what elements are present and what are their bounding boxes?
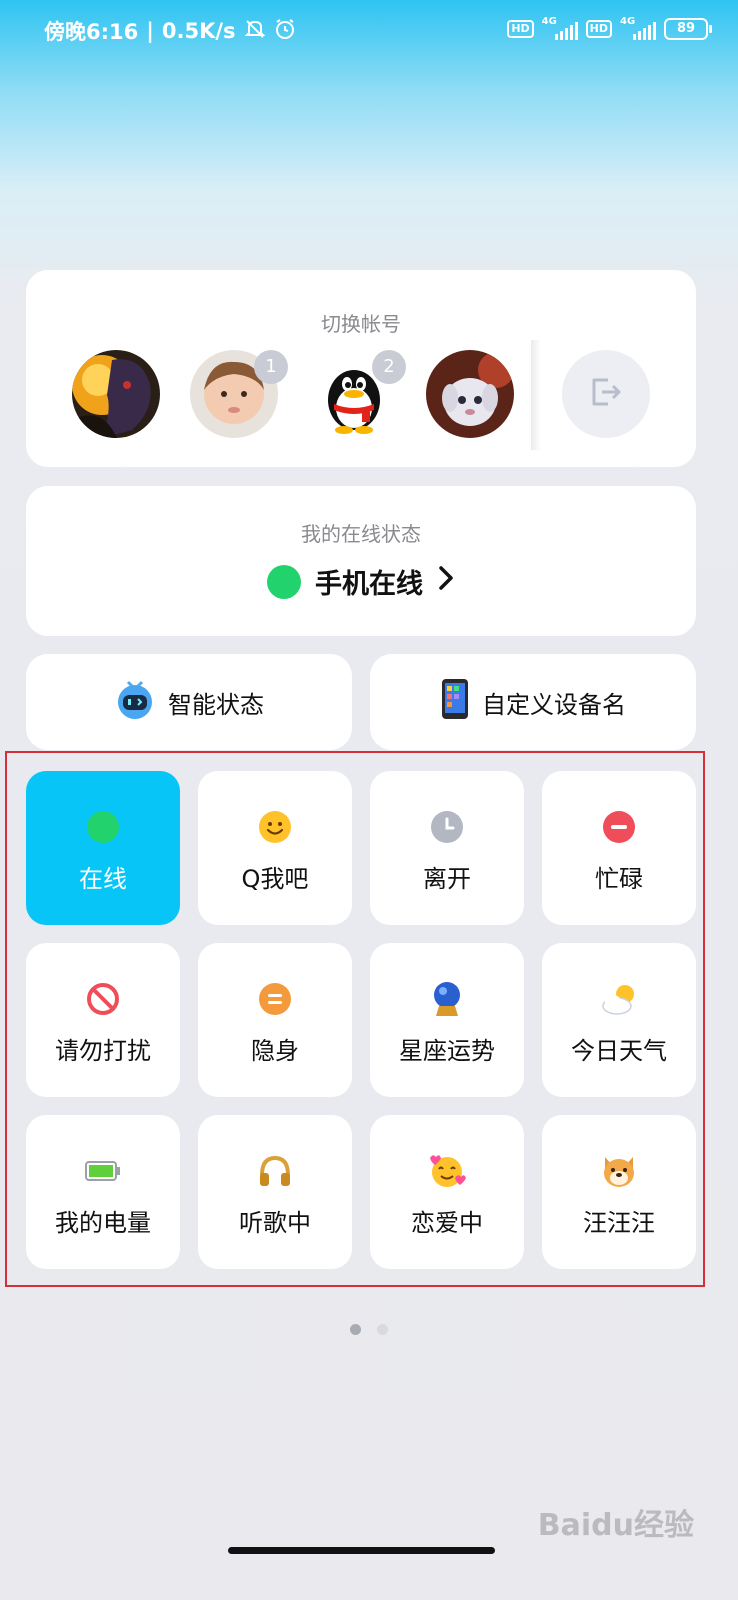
page-dot — [377, 1324, 388, 1335]
phone-icon — [440, 678, 470, 726]
status-tile-do-not-disturb[interactable]: 请勿打扰 — [26, 943, 180, 1097]
status-tile-in-love[interactable]: 恋爱中 — [370, 1115, 524, 1269]
logout-button[interactable] — [562, 350, 650, 438]
status-tile-online[interactable]: 在线 — [26, 771, 180, 925]
busy-minus-icon — [602, 810, 636, 848]
online-status-label: 手机在线 — [315, 569, 423, 600]
page-dot-active — [350, 1324, 361, 1335]
status-tile-woof[interactable]: 汪汪汪 — [542, 1115, 696, 1269]
page-indicator — [0, 1324, 738, 1335]
headphones-icon — [257, 1153, 293, 1193]
robot-icon — [114, 678, 156, 726]
custom-device-label: 自定义设备名 — [482, 690, 626, 719]
logout-icon — [588, 374, 624, 414]
custom-device-button[interactable]: 自定义设备名 — [370, 654, 696, 750]
status-tile-horoscope[interactable]: 星座运势 — [370, 943, 524, 1097]
network-speed: 0.5K/s — [161, 19, 236, 43]
chevron-right-icon — [437, 565, 455, 598]
crystal-ball-icon — [430, 980, 464, 1022]
status-tile-battery[interactable]: 我的电量 — [26, 1115, 180, 1269]
dog-icon — [600, 1153, 638, 1193]
signal-icon: 4G — [542, 16, 578, 40]
smart-status-label: 智能状态 — [168, 690, 264, 719]
battery-icon — [85, 1160, 121, 1186]
online-status-card[interactable]: 我的在线状态 手机在线 — [26, 486, 696, 636]
online-status-value[interactable]: 手机在线 — [26, 562, 696, 601]
battery-indicator: 89 — [664, 18, 712, 40]
signal-icon: 4G — [620, 16, 656, 40]
status-tile-busy[interactable]: 忙碌 — [542, 771, 696, 925]
no-entry-icon — [86, 982, 120, 1020]
invisible-icon — [258, 982, 292, 1020]
status-time: 傍晚6:16 — [44, 20, 139, 44]
online-status-title: 我的在线状态 — [301, 522, 421, 546]
home-indicator[interactable] — [228, 1547, 495, 1554]
love-face-icon — [427, 1152, 467, 1194]
weather-icon — [599, 982, 639, 1020]
status-tile-invisible[interactable]: 隐身 — [198, 943, 352, 1097]
watermark: Baidu经验 — [537, 1508, 694, 1543]
alarm-icon — [274, 18, 296, 45]
status-tile-q-me[interactable]: Q我吧 — [198, 771, 352, 925]
switch-account-card: 切换帐号 1 2 — [26, 270, 696, 467]
smiley-icon — [258, 810, 292, 848]
hd-icon: HD — [585, 20, 612, 38]
avatar-account-1[interactable] — [72, 350, 160, 438]
clock-icon — [430, 810, 464, 848]
hd-icon: HD — [507, 20, 534, 38]
green-dot-icon — [86, 810, 120, 848]
status-bar: 傍晚6:16 | 0.5K/s HD 4G HD 4G 89 — [0, 0, 738, 62]
switch-account-title: 切换帐号 — [321, 312, 401, 336]
status-tile-listening[interactable]: 听歌中 — [198, 1115, 352, 1269]
avatar-account-4[interactable] — [426, 350, 514, 438]
online-dot-icon — [267, 564, 301, 599]
mute-icon — [244, 18, 266, 45]
unread-badge: 1 — [254, 350, 288, 384]
status-tile-weather[interactable]: 今日天气 — [542, 943, 696, 1097]
smart-status-button[interactable]: 智能状态 — [26, 654, 352, 750]
unread-badge: 2 — [372, 350, 406, 384]
status-tile-away[interactable]: 离开 — [370, 771, 524, 925]
